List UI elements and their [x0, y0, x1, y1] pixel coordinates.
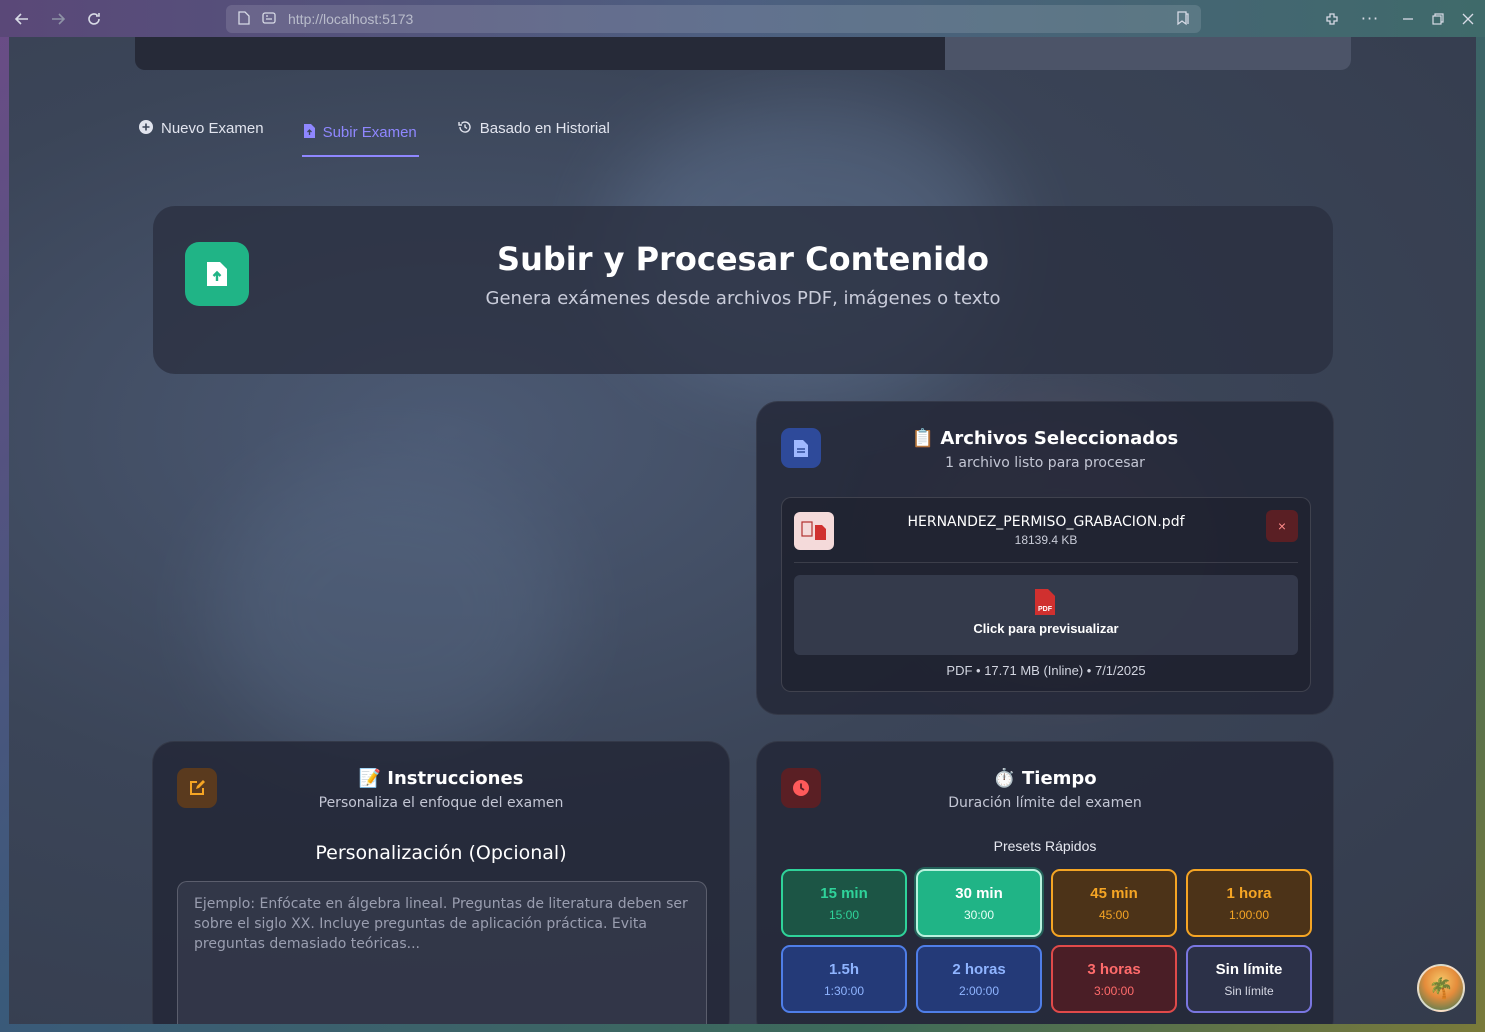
time-title: ⏱️ Tiempo [993, 768, 1097, 789]
tab-label: Basado en Historial [479, 119, 610, 137]
reading-mode-icon[interactable] [1175, 10, 1191, 29]
tab-nuevo-examen[interactable]: Nuevo Examen [137, 109, 266, 147]
file-item: HERNANDEZ_PERMISO_GRABACION.pdf 18139.4 … [781, 497, 1311, 692]
preset-1-5h[interactable]: 1.5h 1:30:00 [781, 945, 907, 1013]
preset-value: 45:00 [1098, 907, 1130, 922]
instructions-subtitle: Personaliza el enfoque del examen [318, 795, 564, 811]
mode-tabs: Nuevo Examen Subir Examen Basado en Hist… [137, 109, 612, 157]
upload-header-card: Subir y Procesar Contenido Genera exámen… [153, 206, 1333, 374]
selected-files-card: 📋 Archivos Seleccionados 1 archivo listo… [756, 401, 1334, 715]
presets-title: Presets Rápidos [993, 838, 1097, 854]
page-title: Subir y Procesar Contenido [497, 240, 989, 278]
back-icon[interactable] [4, 0, 40, 37]
browser-toolbar: http://localhost:5173 ··· [0, 0, 1485, 37]
forward-icon[interactable] [40, 0, 76, 37]
url-text[interactable]: http://localhost:5173 [288, 11, 413, 27]
preset-value: 30:00 [963, 907, 995, 922]
preset-value: 1:30:00 [823, 983, 865, 998]
instructions-title: 📝 Instrucciones [358, 768, 524, 789]
close-window-icon[interactable] [1453, 0, 1483, 37]
svg-text:PDF: PDF [1038, 606, 1053, 613]
instructions-card: 📝 Instrucciones Personaliza el enfoque d… [152, 741, 730, 1024]
customization-heading: Personalización (Opcional) [315, 842, 567, 864]
preset-value: 15:00 [828, 907, 860, 922]
preset-3-horas[interactable]: 3 horas 3:00:00 [1051, 945, 1177, 1013]
preset-1-hora[interactable]: 1 hora 1:00:00 [1186, 869, 1312, 937]
preset-15-min[interactable]: 15 min 15:00 [781, 869, 907, 937]
page-content: Nuevo Examen Subir Examen Basado en Hist… [9, 37, 1476, 1024]
files-card-subtitle: 1 archivo listo para procesar [945, 455, 1145, 471]
preset-label: 15 min [820, 884, 868, 902]
remove-file-button[interactable]: × [1266, 510, 1298, 542]
tab-label: Subir Examen [322, 123, 417, 141]
files-card-title: 📋 Archivos Seleccionados [911, 428, 1179, 449]
more-menu-icon[interactable]: ··· [1355, 0, 1385, 37]
preset-label: 1.5h [828, 960, 859, 978]
minimize-icon[interactable] [1393, 0, 1423, 37]
site-info-icon[interactable] [262, 11, 276, 27]
file-meta: PDF • 17.71 MB (Inline) • 7/1/2025 [946, 663, 1146, 678]
pdf-icon: PDF [794, 589, 1298, 615]
pdf-file-icon [794, 512, 834, 550]
preset-30-min[interactable]: 30 min 30:00 [916, 869, 1042, 937]
preset-value: Sin límite [1224, 983, 1274, 998]
divider [794, 562, 1298, 563]
preset-label: 1 hora [1226, 884, 1272, 902]
extensions-icon[interactable] [1317, 0, 1347, 37]
preset-sin-limite[interactable]: Sin límite Sin límite [1186, 945, 1312, 1013]
palm-tree-icon: 🌴 [1428, 976, 1454, 1000]
tab-label: Nuevo Examen [161, 119, 264, 137]
page-icon [238, 10, 250, 28]
history-icon [457, 120, 472, 137]
floating-avatar-button[interactable]: 🌴 [1417, 964, 1465, 1012]
file-name: HERNANDEZ_PERMISO_GRABACION.pdf [907, 514, 1185, 530]
preset-label: 30 min [955, 884, 1003, 902]
address-bar[interactable]: http://localhost:5173 [226, 5, 1201, 33]
plus-circle-icon [139, 119, 153, 137]
preset-label: 45 min [1090, 884, 1138, 902]
preset-value: 3:00:00 [1093, 983, 1135, 998]
preset-label: 3 horas [1087, 960, 1141, 978]
preset-label: 2 horas [952, 960, 1006, 978]
instructions-textarea[interactable] [177, 881, 707, 1024]
top-card-panel [945, 37, 1351, 70]
file-size: 18139.4 KB [1014, 533, 1078, 547]
page-subtitle: Genera exámenes desde archivos PDF, imág… [485, 288, 1001, 309]
preset-value: 2:00:00 [958, 983, 1000, 998]
tab-basado-historial[interactable]: Basado en Historial [455, 109, 612, 147]
reload-icon[interactable] [76, 0, 112, 37]
time-card: ⏱️ Tiempo Duración límite del examen Pre… [756, 741, 1334, 1024]
restore-icon[interactable] [1423, 0, 1453, 37]
preset-grid: 15 min 15:00 30 min 30:00 45 min 45:00 1… [781, 869, 1312, 1013]
time-subtitle: Duración límite del examen [948, 795, 1142, 811]
top-card [135, 37, 1351, 70]
file-upload-icon [303, 123, 315, 141]
preset-value: 1:00:00 [1228, 907, 1270, 922]
preview-label: Click para previsualizar [973, 621, 1119, 636]
preset-45-min[interactable]: 45 min 45:00 [1051, 869, 1177, 937]
preset-label: Sin límite [1215, 960, 1283, 978]
preview-button[interactable]: PDF Click para previsualizar [794, 575, 1298, 655]
tab-subir-examen[interactable]: Subir Examen [301, 109, 419, 157]
preset-2-horas[interactable]: 2 horas 2:00:00 [916, 945, 1042, 1013]
